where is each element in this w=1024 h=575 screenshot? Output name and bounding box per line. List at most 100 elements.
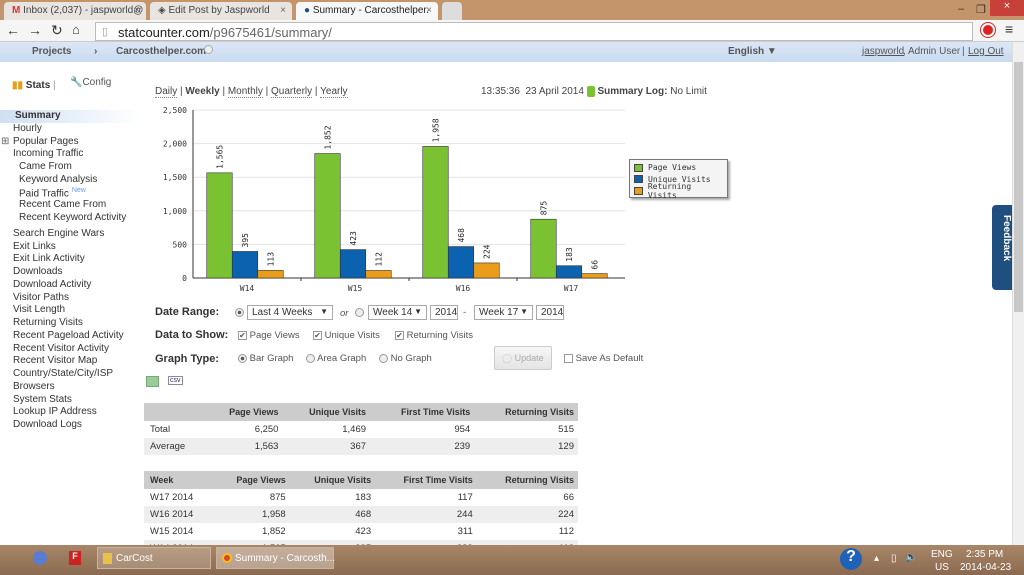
sidebar-item-search-engine-wars[interactable]: Search Engine Wars	[13, 228, 104, 239]
scrollbar-thumb[interactable]	[1014, 62, 1023, 312]
sidebar-item-visitor-paths[interactable]: Visitor Paths	[13, 292, 69, 303]
feedback-tab[interactable]: Feedback	[992, 205, 1012, 290]
sidebar-item-label: Visitor Paths	[13, 291, 69, 303]
clock-time[interactable]: 2:35 PM	[966, 549, 1003, 560]
range-preset-select[interactable]: Last 4 Weeks ▼	[247, 305, 333, 320]
checkbox-unique-visits[interactable]: ✔ Unique Visits	[313, 330, 380, 341]
new-tab-button[interactable]	[442, 2, 462, 20]
sidebar-item-keyword-analysis[interactable]: Keyword Analysis	[19, 174, 97, 185]
forward-icon[interactable]: →	[28, 22, 42, 38]
sidebar-item-recent-pageload-activity[interactable]: Recent Pageload Activity	[13, 330, 124, 341]
period-daily[interactable]: Daily	[155, 86, 178, 98]
to-week-select[interactable]: Week 17 ▼	[474, 305, 533, 320]
scrollbar[interactable]	[1012, 42, 1024, 545]
stats-tab[interactable]: ▮▮ Stats |	[12, 80, 56, 91]
sidebar-item-browsers[interactable]: Browsers	[13, 381, 55, 392]
radio-no-graph[interactable]: No Graph	[379, 353, 432, 364]
projects-link[interactable]: Projects	[32, 46, 71, 57]
taskbar-app-chrome[interactable]: Summary - Carcosth...	[216, 547, 335, 569]
sidebar-item-visit-length[interactable]: Visit Length	[13, 304, 65, 315]
config-tab[interactable]: 🔧Config	[70, 77, 111, 88]
minimize-icon[interactable]: –	[958, 3, 964, 15]
data-label: 183	[565, 247, 574, 262]
chevron-down-icon[interactable]	[204, 45, 213, 54]
taskbar-app-carcost[interactable]: CarCost	[97, 547, 211, 569]
show-hidden-icons[interactable]: ▴	[874, 553, 879, 564]
sidebar-item-recent-visitor-map[interactable]: Recent Visitor Map	[13, 355, 97, 366]
help-icon[interactable]: ?	[840, 548, 862, 570]
sidebar-item-came-from[interactable]: Came From	[19, 161, 72, 172]
expand-icon[interactable]: ⊞	[1, 136, 9, 147]
period-quarterly[interactable]: Quarterly	[271, 86, 313, 98]
language-selector[interactable]: English ▼	[728, 46, 777, 57]
sidebar-item-system-stats[interactable]: System Stats	[13, 394, 72, 405]
csv-export-icon[interactable]: csv	[168, 376, 183, 385]
breadcrumb-separator: ›	[94, 46, 98, 57]
url-input[interactable]: ▯ statcounter.com/p9675461/summary/	[95, 22, 973, 41]
reload-icon[interactable]: ↻	[51, 22, 63, 39]
clock-date[interactable]: 2014-04-23	[960, 562, 1011, 573]
tab-inbox[interactable]: M Inbox (2,037) - jaspworld@ ×	[4, 2, 146, 20]
table-row: Total 6,250 1,469 954 515	[144, 421, 578, 438]
y-tick-label: 500	[173, 240, 188, 249]
period-yearly[interactable]: Yearly	[320, 86, 348, 98]
sidebar-item-incoming-traffic[interactable]: Incoming Traffic	[13, 148, 83, 159]
radio-area-graph[interactable]: Area Graph	[306, 353, 366, 364]
sidebar-item-label: Recent Visitor Map	[13, 355, 98, 367]
taskbar: F CarCost Summary - Carcosth... ? ▴ ▯ 🔈 …	[0, 545, 1024, 575]
input-language[interactable]: ENG	[931, 549, 953, 560]
home-icon[interactable]: ⌂	[72, 22, 80, 37]
stop-extension-icon[interactable]	[981, 23, 995, 37]
site-selector[interactable]: Carcosthelper.com	[116, 46, 206, 57]
to-year-input[interactable]: 2014	[536, 305, 564, 320]
tab-summary[interactable]: ● Summary - Carcosthelper. ×	[296, 2, 438, 20]
sidebar-item-downloads[interactable]: Downloads	[13, 266, 62, 277]
sidebar-item-recent-keyword-activity[interactable]: Recent Keyword Activity	[19, 212, 126, 223]
save-default-checkbox[interactable]: Save As Default	[564, 353, 643, 364]
sidebar-item-lookup-ip-address[interactable]: Lookup IP Address	[13, 406, 97, 417]
sidebar-item-exit-link-activity[interactable]: Exit Link Activity	[13, 253, 85, 264]
logout-link[interactable]: Log Out	[968, 46, 1004, 57]
battery-icon[interactable]: ▯	[891, 553, 897, 564]
period-monthly[interactable]: Monthly	[227, 86, 263, 98]
sidebar-item-recent-came-from[interactable]: Recent Came From	[19, 199, 106, 210]
sidebar-item-recent-visitor-activity[interactable]: Recent Visitor Activity	[13, 343, 109, 354]
sidebar-item-hourly[interactable]: Hourly	[13, 123, 42, 134]
from-year-input[interactable]: 2014	[430, 305, 458, 320]
column-header: Unique Visits	[282, 403, 371, 421]
back-icon[interactable]: ←	[6, 22, 20, 38]
sidebar-item-returning-visits[interactable]: Returning Visits	[13, 317, 83, 328]
ie-icon[interactable]	[33, 551, 47, 565]
excel-export-icon[interactable]	[146, 376, 159, 387]
close-icon[interactable]: ×	[426, 5, 432, 16]
tab-edit-post[interactable]: ◈ Edit Post by Jaspworld ×	[150, 2, 292, 20]
radio-bar-graph[interactable]: Bar Graph	[238, 353, 293, 364]
volume-icon[interactable]: 🔈	[905, 552, 917, 563]
menu-icon[interactable]: ≡	[1005, 21, 1013, 37]
username-link[interactable]: jaspworld	[862, 46, 904, 57]
close-icon[interactable]: ×	[134, 5, 140, 16]
update-button[interactable]: ◯ Update	[494, 346, 552, 370]
sidebar-item-popular-pages[interactable]: ⊞ Popular Pages	[1, 136, 79, 147]
input-region[interactable]: US	[935, 562, 949, 573]
sidebar-item-label: Recent Visitor Activity	[13, 342, 109, 354]
period-weekly[interactable]: Weekly	[185, 86, 219, 97]
range-preset-radio[interactable]	[235, 308, 244, 317]
sidebar-item-download-activity[interactable]: Download Activity	[13, 279, 91, 290]
statcounter-icon: ●	[304, 5, 313, 16]
close-window-icon[interactable]: ×	[990, 0, 1024, 16]
table-header: Page Views Unique Visits First Time Visits…	[144, 403, 578, 421]
sidebar-item-summary[interactable]: Summary	[0, 110, 140, 123]
filezilla-icon[interactable]: F	[69, 551, 81, 565]
sidebar-item-country-state-city-isp[interactable]: Country/State/City/ISP	[13, 368, 113, 379]
sidebar-item-exit-links[interactable]: Exit Links	[13, 241, 56, 252]
sidebar-item-paid-traffic[interactable]: Paid Traffic New	[19, 187, 86, 199]
checkbox-page-views[interactable]: ✔ Page Views	[238, 330, 300, 341]
from-week-select[interactable]: Week 14 ▼	[368, 305, 427, 320]
close-icon[interactable]: ×	[280, 5, 286, 16]
checkbox-returning-visits[interactable]: ✔ Returning Visits	[395, 330, 473, 341]
column-header	[144, 403, 206, 421]
custom-range-radio[interactable]	[355, 308, 364, 317]
restore-icon[interactable]: ❐	[976, 3, 986, 16]
sidebar-item-download-logs[interactable]: Download Logs	[13, 419, 82, 430]
